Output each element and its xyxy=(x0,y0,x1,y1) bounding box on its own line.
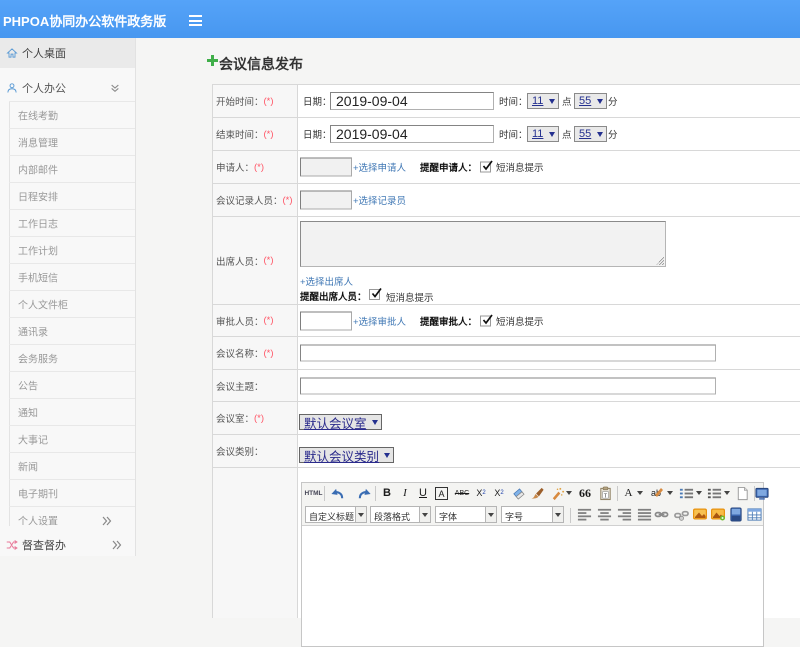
svg-text:T: T xyxy=(604,493,608,499)
